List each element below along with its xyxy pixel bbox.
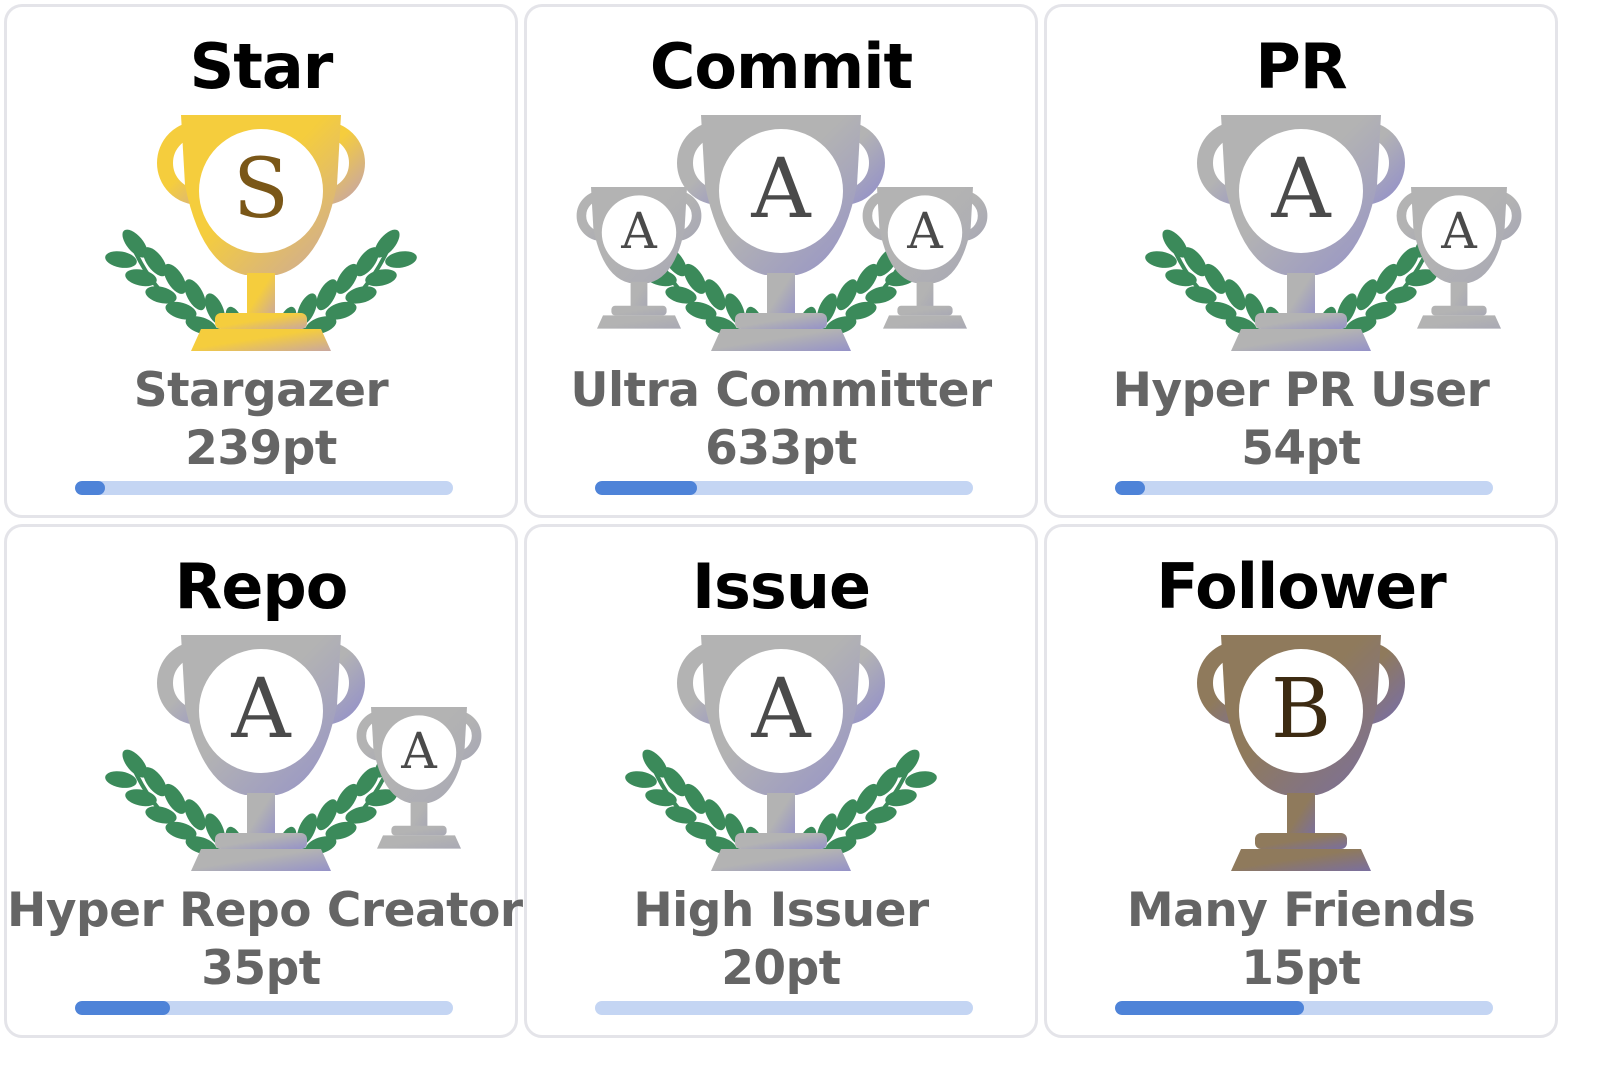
trophy-card-star: Star S Stargazer 239pt xyxy=(4,4,518,518)
progress-fill xyxy=(1115,1001,1304,1015)
rank-letter: A xyxy=(906,202,943,260)
rank-letter: S xyxy=(233,142,289,237)
trophy-emblem: AA xyxy=(7,631,515,881)
progress-fill xyxy=(75,1001,170,1015)
trophy-points: 239pt xyxy=(185,421,337,476)
trophy-points: 633pt xyxy=(705,421,857,476)
rank-letter: A xyxy=(1270,142,1332,237)
trophy-title: Hyper PR User xyxy=(1112,363,1490,418)
trophy-category: Repo xyxy=(174,550,349,623)
trophy-points: 20pt xyxy=(721,941,841,996)
trophy-points: 35pt xyxy=(201,941,321,996)
trophy-title: Many Friends xyxy=(1126,883,1476,938)
trophy-emblem: B xyxy=(1047,631,1555,881)
progress-track xyxy=(595,1001,973,1015)
rank-letter: A xyxy=(230,662,292,757)
rank-letter: A xyxy=(750,142,812,237)
progress-track xyxy=(75,481,453,495)
trophy-card-repo: Repo AA Hyper Repo Creator 35pt xyxy=(4,524,523,1038)
progress-fill xyxy=(1115,481,1146,495)
progress-fill xyxy=(595,481,698,495)
trophy-category: Issue xyxy=(691,550,871,623)
mini-trophy-icon: A xyxy=(356,707,482,849)
trophy-emblem: S xyxy=(7,111,515,361)
progress-track xyxy=(595,481,973,495)
trophy-points: 15pt xyxy=(1241,941,1361,996)
rank-letter: B xyxy=(1271,662,1331,757)
trophy-category: PR xyxy=(1255,30,1347,103)
trophy-icon: B xyxy=(1197,635,1405,871)
progress-track xyxy=(1115,481,1493,495)
trophy-emblem: A xyxy=(527,631,1035,881)
trophy-card-follower: Follower B Many Friends 15pt xyxy=(1044,524,1558,1038)
progress-fill xyxy=(75,481,106,495)
trophy-category: Commit xyxy=(649,30,913,103)
trophy-grid: Star S Stargazer 239pt Commit AAA Ultra … xyxy=(4,4,1558,1038)
trophy-points: 54pt xyxy=(1241,421,1361,476)
progress-track xyxy=(75,1001,453,1015)
rank-letter: A xyxy=(750,662,812,757)
rank-letter: A xyxy=(400,722,437,780)
trophy-title: Ultra Committer xyxy=(570,363,992,418)
trophy-title: Hyper Repo Creator xyxy=(7,883,523,938)
trophy-category: Follower xyxy=(1156,550,1446,623)
trophy-emblem: AAA xyxy=(527,111,1035,361)
trophy-title: High Issuer xyxy=(633,883,929,938)
mini-trophy-icon: A xyxy=(1396,187,1522,329)
trophy-card-pr: PR AA Hyper PR User 54pt xyxy=(1044,4,1558,518)
progress-track xyxy=(1115,1001,1493,1015)
trophy-title: Stargazer xyxy=(133,363,389,418)
trophy-emblem: AA xyxy=(1047,111,1555,361)
trophy-category: Star xyxy=(189,30,334,103)
trophy-card-issue: Issue A High Issuer 20pt xyxy=(524,524,1038,1038)
trophy-card-commit: Commit A A A Ultra Committer 633pt xyxy=(524,4,1038,518)
rank-letter: A xyxy=(1440,202,1477,260)
rank-letter: A xyxy=(620,202,657,260)
